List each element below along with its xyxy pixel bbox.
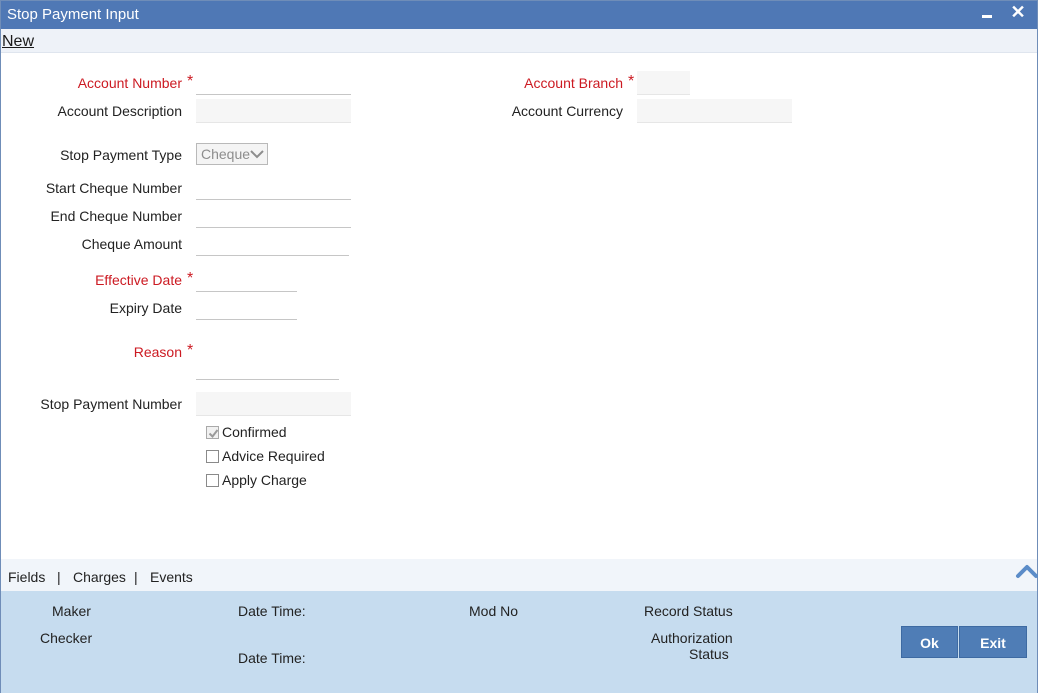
reason-label: Reason xyxy=(133,344,182,360)
expiry-date-input[interactable] xyxy=(196,296,297,320)
cheque-amount-input[interactable] xyxy=(196,232,349,256)
required-marker: * xyxy=(628,73,635,90)
advice-required-label: Advice Required xyxy=(222,448,325,464)
advice-required-checkbox[interactable] xyxy=(206,450,219,463)
cheque-amount-label: Cheque Amount xyxy=(81,236,182,252)
checker-label: Checker xyxy=(40,630,93,646)
maker-date-time-label: Date Time: xyxy=(238,603,306,619)
checkmark-icon xyxy=(208,429,219,439)
title-bar: Stop Payment Input ✕ xyxy=(1,1,1037,29)
account-currency-label: Account Currency xyxy=(511,103,623,119)
new-link[interactable]: New xyxy=(2,33,34,51)
confirmed-checkbox[interactable] xyxy=(206,426,219,439)
tab-separator: | xyxy=(57,569,61,585)
maker-label: Maker xyxy=(52,603,91,619)
tab-charges[interactable]: Charges xyxy=(73,569,126,585)
apply-charge-label: Apply Charge xyxy=(222,472,307,488)
account-number-label: Account Number xyxy=(77,75,182,91)
required-marker: * xyxy=(187,73,194,90)
stop-payment-type-value: Cheque xyxy=(201,146,251,162)
required-marker: * xyxy=(187,342,194,359)
tab-events[interactable]: Events xyxy=(150,569,193,585)
subsystem-bar: Fields | Charges | Events xyxy=(1,559,1038,591)
tab-fields[interactable]: Fields xyxy=(8,569,45,585)
checker-date-time-label: Date Time: xyxy=(238,650,306,666)
account-number-input[interactable] xyxy=(196,71,351,95)
window-title: Stop Payment Input xyxy=(7,6,139,23)
minimize-icon[interactable] xyxy=(976,1,998,29)
chevron-up-icon[interactable] xyxy=(1015,562,1038,580)
exit-button[interactable]: Exit xyxy=(959,626,1027,658)
end-cheque-number-input[interactable] xyxy=(196,204,351,228)
ok-button[interactable]: Ok xyxy=(901,626,958,658)
account-description-label: Account Description xyxy=(57,103,182,119)
effective-date-label: Effective Date xyxy=(95,272,182,288)
account-currency-input[interactable] xyxy=(637,99,792,123)
account-description-input[interactable] xyxy=(196,99,351,123)
expiry-date-label: Expiry Date xyxy=(109,300,182,316)
account-branch-label: Account Branch xyxy=(524,75,623,91)
confirmed-label: Confirmed xyxy=(222,424,287,440)
reason-input[interactable] xyxy=(196,356,339,380)
required-marker: * xyxy=(187,270,194,287)
effective-date-input[interactable] xyxy=(196,268,297,292)
stop-payment-number-label: Stop Payment Number xyxy=(40,396,182,412)
stop-payment-type-select[interactable]: Cheque xyxy=(196,143,268,165)
apply-charge-checkbox[interactable] xyxy=(206,474,219,487)
stop-payment-window: Stop Payment Input ✕ New Account Number … xyxy=(0,0,1038,693)
stop-payment-type-label: Stop Payment Type xyxy=(60,147,182,163)
stop-payment-number-input[interactable] xyxy=(196,392,351,416)
record-status-label: Record Status xyxy=(644,603,733,619)
account-branch-input[interactable] xyxy=(637,71,690,95)
chevron-down-icon xyxy=(250,150,264,159)
start-cheque-number-label: Start Cheque Number xyxy=(45,180,182,196)
menu-bar: New xyxy=(1,29,1037,53)
authorization-status-label-line1: Authorization xyxy=(651,630,733,646)
start-cheque-number-input[interactable] xyxy=(196,176,351,200)
close-icon[interactable]: ✕ xyxy=(1007,1,1029,29)
authorization-status-label-line2: Status xyxy=(689,646,729,662)
tab-separator: | xyxy=(134,569,138,585)
end-cheque-number-label: End Cheque Number xyxy=(50,208,182,224)
mod-no-label: Mod No xyxy=(469,603,519,619)
audit-footer: Maker Checker Date Time: Date Time: Mod … xyxy=(1,591,1037,693)
